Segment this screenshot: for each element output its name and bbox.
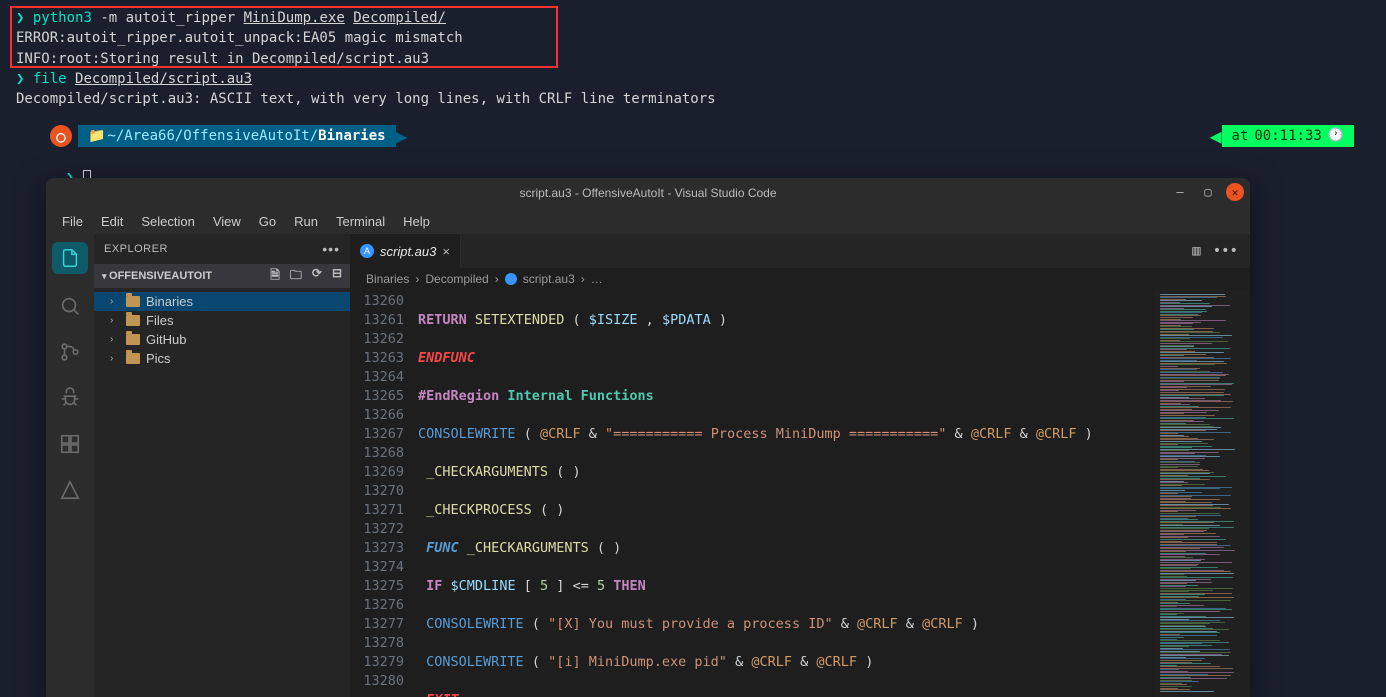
- tree-item-pics[interactable]: ›Pics: [94, 349, 350, 368]
- menu-edit[interactable]: Edit: [93, 212, 131, 231]
- close-tab-icon[interactable]: ×: [442, 244, 450, 259]
- tab-script[interactable]: A script.au3 ×: [350, 234, 461, 268]
- minimize-button[interactable]: —: [1170, 182, 1190, 202]
- status-row: 📁 ~/Area66/OffensiveAutoIt/Binaries ▶ ◀ …: [16, 125, 1370, 147]
- extensions-icon[interactable]: [56, 430, 84, 458]
- terminal-line: ERROR:autoit_ripper.autoit_unpack:EA05 m…: [16, 28, 1370, 48]
- terminal-line: INFO:root:Storing result in Decompiled/s…: [16, 49, 1370, 69]
- time-pill: at 00:11:33 🕐: [1222, 125, 1354, 147]
- editor-more-icon[interactable]: •••: [1213, 243, 1238, 259]
- tree-item-files[interactable]: ›Files: [94, 311, 350, 330]
- folder-icon: [126, 353, 140, 364]
- prompt-icon: ❯: [16, 71, 24, 87]
- autoit-file-icon: A: [360, 244, 374, 258]
- autoit-file-icon: [505, 273, 517, 285]
- scm-icon[interactable]: [56, 338, 84, 366]
- editor-group: A script.au3 × ▥ ••• Binaries› Decompile…: [350, 234, 1250, 697]
- code-area[interactable]: RETURN SETEXTENDED ( $ISIZE , $PDATA ) E…: [418, 290, 1154, 697]
- window-title: script.au3 - OffensiveAutoIt - Visual St…: [519, 186, 776, 200]
- tree-item-github[interactable]: ›GitHub: [94, 330, 350, 349]
- folder-icon: [126, 334, 140, 345]
- breadcrumb[interactable]: Binaries› Decompiled› script.au3› …: [350, 268, 1250, 290]
- titlebar[interactable]: script.au3 - OffensiveAutoIt - Visual St…: [46, 178, 1250, 208]
- menu-terminal[interactable]: Terminal: [328, 212, 393, 231]
- menu-run[interactable]: Run: [286, 212, 326, 231]
- vscode-window: script.au3 - OffensiveAutoIt - Visual St…: [46, 178, 1250, 697]
- close-button[interactable]: ✕: [1226, 183, 1244, 201]
- clock-icon: 🕐: [1328, 127, 1344, 146]
- activity-bar: [46, 234, 94, 697]
- ubuntu-icon: [50, 125, 72, 147]
- tree-item-binaries[interactable]: ›Binaries: [94, 292, 350, 311]
- more-icon[interactable]: •••: [322, 241, 340, 257]
- debug-icon[interactable]: [56, 384, 84, 412]
- new-folder-icon[interactable]: 🗀: [290, 266, 302, 287]
- folder-icon: [126, 315, 140, 326]
- tab-bar: A script.au3 × ▥ •••: [350, 234, 1250, 268]
- terminal-line: Decompiled/script.au3: ASCII text, with …: [16, 89, 1370, 109]
- collapse-icon[interactable]: ⊟: [332, 266, 342, 287]
- folder-icon: [126, 296, 140, 307]
- file-tree: ›Binaries ›Files ›GitHub ›Pics: [94, 288, 350, 372]
- menu-selection[interactable]: Selection: [133, 212, 202, 231]
- line-gutter: 1326013261132621326313264132651326613267…: [350, 290, 418, 697]
- prompt-icon: ❯: [16, 10, 24, 26]
- menu-help[interactable]: Help: [395, 212, 438, 231]
- search-icon[interactable]: [56, 292, 84, 320]
- menu-go[interactable]: Go: [251, 212, 284, 231]
- cwd-pill: 📁 ~/Area66/OffensiveAutoIt/Binaries: [78, 125, 396, 147]
- minimap[interactable]: [1154, 290, 1250, 697]
- menu-view[interactable]: View: [205, 212, 249, 231]
- terminal-line: ❯ python3 -m autoit_ripper MiniDump.exe …: [16, 8, 1370, 28]
- project-header[interactable]: ▾ OFFENSIVEAUTOIT 🗎 🗀 ⟳ ⊟: [94, 264, 350, 288]
- maximize-button[interactable]: ▢: [1198, 182, 1218, 202]
- terminal-line: ❯ file Decompiled/script.au3: [16, 69, 1370, 89]
- explorer-label: EXPLORER: [104, 243, 168, 255]
- menu-file[interactable]: File: [54, 212, 91, 231]
- split-editor-icon[interactable]: ▥: [1192, 243, 1200, 259]
- azure-icon[interactable]: [56, 476, 84, 504]
- sidebar: EXPLORER ••• ▾ OFFENSIVEAUTOIT 🗎 🗀 ⟳ ⊟ ›…: [94, 234, 350, 697]
- menubar: File Edit Selection View Go Run Terminal…: [46, 208, 1250, 234]
- refresh-icon[interactable]: ⟳: [312, 266, 322, 287]
- explorer-icon[interactable]: [52, 242, 88, 274]
- new-file-icon[interactable]: 🗎: [270, 266, 280, 287]
